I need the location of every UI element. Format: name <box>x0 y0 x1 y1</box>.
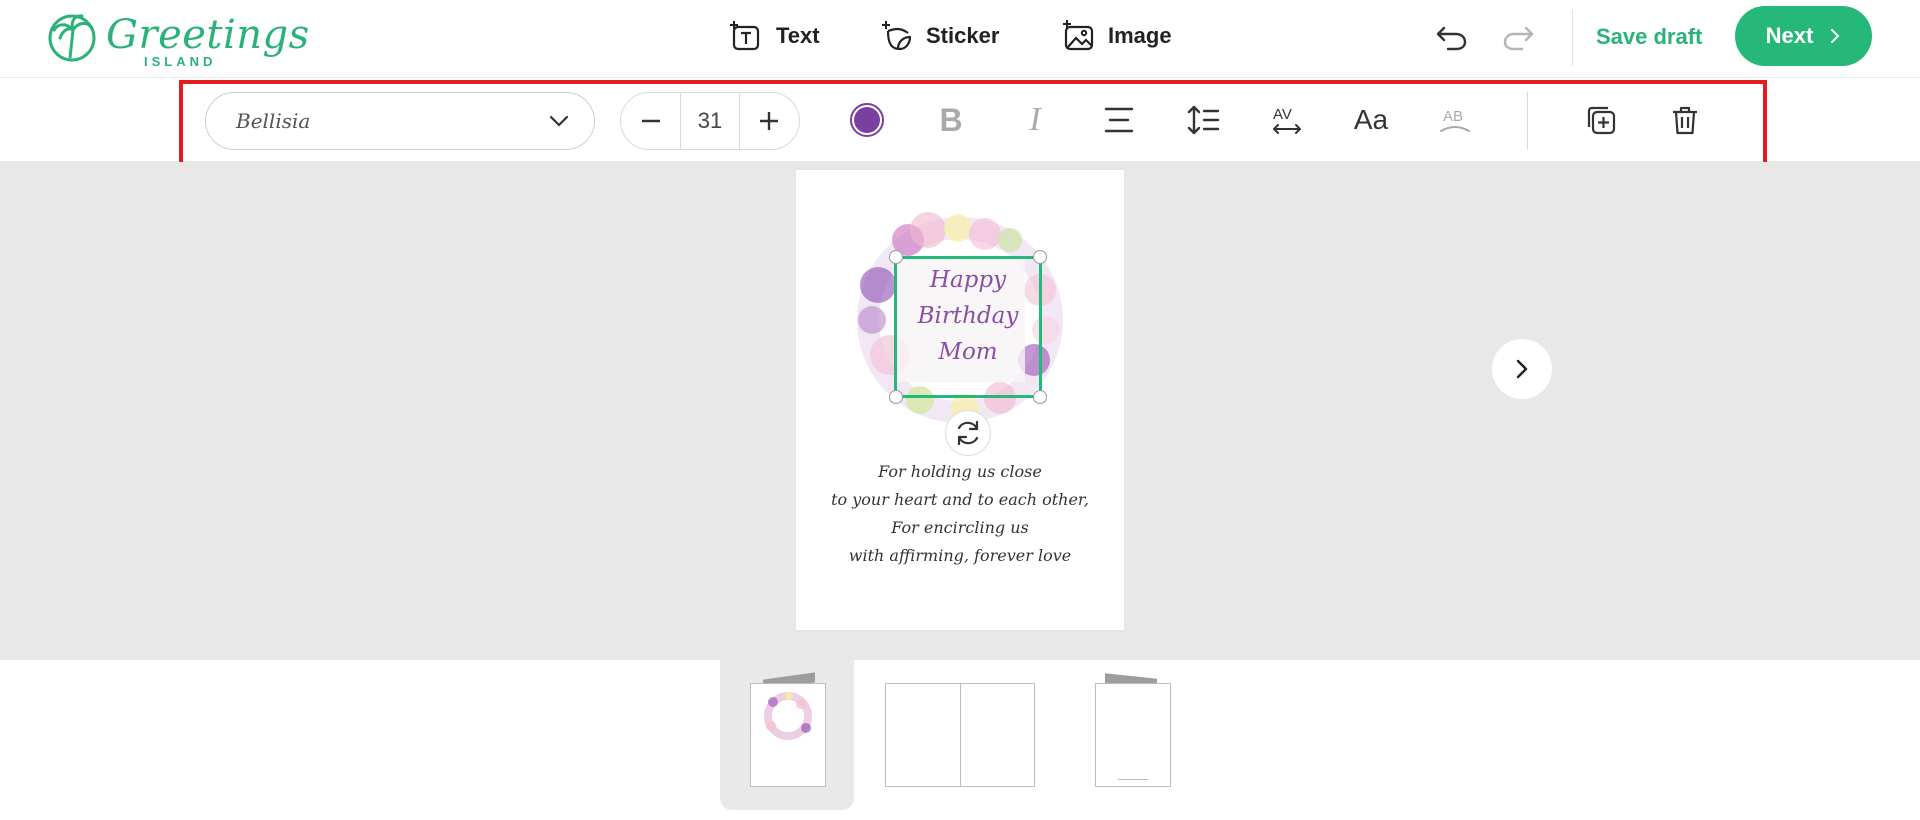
verse-line-2: to your heart and to each other, <box>831 490 1089 509</box>
top-header: Greetings ISLAND Text Sticker Image Save… <box>0 0 1920 78</box>
decrease-font-size-button[interactable] <box>621 92 680 150</box>
resize-handle-bottom-left[interactable] <box>889 390 903 404</box>
increase-font-size-button[interactable] <box>740 92 799 150</box>
undo-button[interactable] <box>1434 18 1470 54</box>
add-text-icon <box>730 21 760 51</box>
font-family-dropdown[interactable]: Bellisia <box>205 92 595 150</box>
line-height-button[interactable] <box>1179 96 1227 144</box>
save-draft-button[interactable]: Save draft <box>1596 24 1702 50</box>
rotate-icon <box>957 420 979 446</box>
undo-icon <box>1436 26 1467 51</box>
font-size-value[interactable]: 31 <box>680 92 740 150</box>
text-color-button[interactable] <box>843 96 891 144</box>
verse-line-1: For holding us close <box>878 462 1042 481</box>
add-image-button[interactable]: Image <box>1062 16 1172 56</box>
resize-handle-top-right[interactable] <box>1033 250 1047 264</box>
next-button-label: Next <box>1765 23 1814 48</box>
line-height-icon <box>1187 105 1220 135</box>
toolbar-divider <box>1527 92 1528 150</box>
card-verse-text[interactable]: For holding us close to your heart and t… <box>800 458 1120 570</box>
redo-icon <box>1503 26 1534 51</box>
palm-tree-icon <box>48 14 96 62</box>
curved-text-icon: AB <box>1440 108 1470 132</box>
add-image-icon <box>1063 20 1094 51</box>
add-sticker-button[interactable]: Sticker <box>880 16 999 56</box>
chevron-down-icon <box>549 115 569 127</box>
thumbnail-wreath-image <box>764 692 812 740</box>
verse-line-4: with affirming, forever love <box>848 546 1072 565</box>
next-page-button[interactable] <box>1492 339 1552 399</box>
logo-subtitle: ISLAND <box>144 54 217 69</box>
thumbnail-front-card[interactable] <box>750 683 826 787</box>
text-case-icon: Aa <box>1353 104 1389 135</box>
curved-text-button[interactable]: AB <box>1431 96 1479 144</box>
font-size-stepper: 31 <box>620 92 800 150</box>
align-center-icon <box>1104 107 1134 133</box>
color-swatch <box>850 103 884 137</box>
svg-text:AB: AB <box>1443 108 1463 125</box>
plus-icon <box>760 112 779 130</box>
delete-button[interactable] <box>1661 96 1709 144</box>
add-sticker-label: Sticker <box>926 23 1000 48</box>
thumbnail-back-card[interactable] <box>1095 683 1171 787</box>
verse-line-3: For encircling us <box>891 518 1029 537</box>
selection-box[interactable] <box>894 256 1042 398</box>
minus-icon <box>641 119 660 123</box>
text-align-button[interactable] <box>1095 96 1143 144</box>
add-image-label: Image <box>1108 23 1172 48</box>
letter-spacing-button[interactable]: AV <box>1263 96 1311 144</box>
add-sticker-icon <box>882 21 912 51</box>
logo-wordmark: Greetings <box>106 12 310 58</box>
add-text-button[interactable]: Text <box>730 16 820 56</box>
greetings-island-logo[interactable]: Greetings ISLAND <box>46 10 309 69</box>
chevron-right-icon <box>1831 29 1840 43</box>
italic-button[interactable]: I <box>1011 96 1059 144</box>
redo-button[interactable] <box>1500 18 1536 54</box>
chevron-right-icon <box>1516 359 1528 379</box>
duplicate-icon <box>1587 106 1616 135</box>
text-case-button[interactable]: Aa <box>1347 96 1395 144</box>
font-family-value: Bellisia <box>236 109 311 133</box>
bold-icon: B <box>939 101 963 138</box>
thumbnail-inside-left-page[interactable] <box>885 683 961 787</box>
header-divider <box>1572 10 1573 66</box>
add-text-label: Text <box>776 23 820 48</box>
duplicate-button[interactable] <box>1577 96 1625 144</box>
italic-icon: I <box>1029 101 1041 138</box>
thumbnail-back-signature <box>1118 776 1148 780</box>
letter-spacing-icon: AV <box>1273 106 1301 134</box>
resize-handle-bottom-right[interactable] <box>1033 390 1047 404</box>
svg-text:AV: AV <box>1273 106 1292 123</box>
trash-icon <box>1673 106 1697 135</box>
resize-handle-top-left[interactable] <box>889 250 903 264</box>
bold-button[interactable]: B <box>927 96 975 144</box>
rotate-button[interactable] <box>945 410 991 456</box>
thumbnail-inside-right-page[interactable] <box>960 683 1035 787</box>
next-button[interactable]: Next <box>1735 6 1872 66</box>
